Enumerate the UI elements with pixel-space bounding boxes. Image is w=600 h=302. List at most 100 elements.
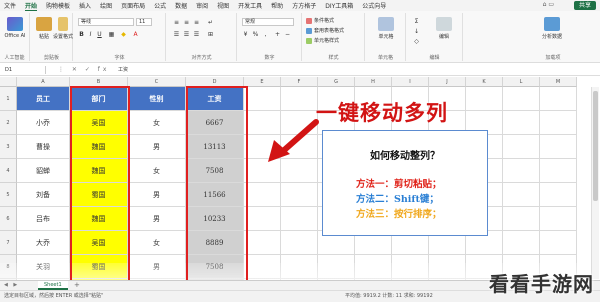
- header-cell[interactable]: [540, 87, 577, 111]
- cells-button[interactable]: 单元格: [375, 17, 397, 40]
- column-header[interactable]: C: [128, 77, 186, 87]
- header-cell[interactable]: [466, 87, 503, 111]
- select-all-corner[interactable]: [0, 77, 17, 87]
- table-cell[interactable]: 7508: [186, 159, 244, 183]
- menu-item[interactable]: 审阅: [196, 1, 208, 10]
- increase-decimal-icon[interactable]: +: [274, 31, 281, 38]
- menu-item[interactable]: 开发工具: [238, 1, 262, 10]
- table-cell[interactable]: 蜀国: [70, 255, 128, 279]
- table-cell[interactable]: 魏国: [70, 159, 128, 183]
- sum-icon[interactable]: Σ: [413, 18, 420, 25]
- column-header[interactable]: E: [244, 77, 281, 87]
- table-cell[interactable]: [281, 255, 318, 279]
- scrollbar-thumb[interactable]: [593, 91, 598, 201]
- menu-item[interactable]: 插入: [79, 1, 91, 10]
- row-header[interactable]: 8: [0, 255, 17, 279]
- table-cell[interactable]: 刘备: [17, 183, 70, 207]
- menu-item[interactable]: 绘图: [100, 1, 112, 10]
- table-cell[interactable]: 貂蝉: [17, 159, 70, 183]
- table-cell[interactable]: 吕布: [17, 207, 70, 231]
- comma-icon[interactable]: ,: [262, 31, 269, 38]
- row-header[interactable]: 1: [0, 87, 17, 111]
- header-cell[interactable]: [503, 87, 540, 111]
- table-cell[interactable]: 小乔: [17, 111, 70, 135]
- column-header[interactable]: H: [355, 77, 392, 87]
- table-cell[interactable]: 13113: [186, 135, 244, 159]
- table-cell[interactable]: 男: [128, 183, 186, 207]
- table-cell[interactable]: [540, 207, 577, 231]
- fill-icon[interactable]: ↓: [413, 28, 420, 35]
- menu-item[interactable]: 页面布局: [121, 1, 145, 10]
- menu-item[interactable]: 视图: [217, 1, 229, 10]
- align-center-icon[interactable]: ☰: [183, 31, 190, 38]
- header-cell[interactable]: 性别: [128, 87, 186, 111]
- table-cell[interactable]: [244, 207, 281, 231]
- table-cell[interactable]: [540, 135, 577, 159]
- table-cell[interactable]: [540, 111, 577, 135]
- menu-item[interactable]: 帮助: [271, 1, 283, 10]
- table-cell[interactable]: 10233: [186, 207, 244, 231]
- menu-item[interactable]: 数据: [175, 1, 187, 10]
- header-cell[interactable]: 部门: [70, 87, 128, 111]
- percent-icon[interactable]: %: [252, 31, 259, 38]
- office-ai-button[interactable]: Office AI: [4, 17, 26, 39]
- table-cell[interactable]: 男: [128, 255, 186, 279]
- align-right-icon[interactable]: ☰: [193, 31, 200, 38]
- align-left-icon[interactable]: ☰: [173, 31, 180, 38]
- header-cell[interactable]: [281, 87, 318, 111]
- row-header[interactable]: 4: [0, 159, 17, 183]
- table-cell[interactable]: 大乔: [17, 231, 70, 255]
- row-header[interactable]: 3: [0, 135, 17, 159]
- table-cell[interactable]: 6667: [186, 111, 244, 135]
- table-cell[interactable]: 男: [128, 207, 186, 231]
- menu-item[interactable]: 公式向导: [362, 1, 386, 10]
- font-name-select[interactable]: 等线: [78, 18, 134, 26]
- table-cell[interactable]: [244, 183, 281, 207]
- menu-item[interactable]: 文件: [4, 1, 16, 10]
- column-header[interactable]: D: [186, 77, 244, 87]
- row-header[interactable]: 5: [0, 183, 17, 207]
- table-cell[interactable]: 蜀国: [70, 183, 128, 207]
- table-cell[interactable]: [540, 159, 577, 183]
- table-cell[interactable]: [503, 159, 540, 183]
- table-cell[interactable]: 魏国: [70, 207, 128, 231]
- column-header[interactable]: A: [17, 77, 70, 87]
- header-cell[interactable]: [244, 87, 281, 111]
- table-cell[interactable]: [392, 255, 429, 279]
- table-cell[interactable]: [244, 255, 281, 279]
- menu-item[interactable]: 方方格子: [292, 1, 316, 10]
- paste-button[interactable]: 粘贴: [33, 17, 55, 40]
- format-painter-button[interactable]: 设置格式: [53, 17, 73, 40]
- table-cell[interactable]: 11566: [186, 183, 244, 207]
- add-sheet-button[interactable]: +: [74, 281, 80, 290]
- row-header[interactable]: 6: [0, 207, 17, 231]
- table-cell[interactable]: 女: [128, 231, 186, 255]
- table-cell[interactable]: [281, 207, 318, 231]
- decrease-decimal-icon[interactable]: −: [284, 31, 291, 38]
- cell-style-button[interactable]: 单元格样式: [306, 37, 339, 44]
- wrap-text-icon[interactable]: ↵: [207, 19, 214, 26]
- column-header[interactable]: B: [70, 77, 128, 87]
- menu-item[interactable]: 开始: [25, 1, 38, 11]
- clear-icon[interactable]: ◇: [413, 38, 420, 45]
- column-header[interactable]: L: [503, 77, 540, 87]
- vertical-scrollbar[interactable]: [591, 87, 599, 279]
- menu-item[interactable]: 购物模板: [46, 1, 70, 10]
- column-header[interactable]: G: [318, 77, 355, 87]
- table-cell[interactable]: [503, 183, 540, 207]
- column-header[interactable]: K: [466, 77, 503, 87]
- underline-icon[interactable]: U: [96, 31, 103, 38]
- bold-icon[interactable]: B: [78, 31, 85, 38]
- table-cell[interactable]: 曹操: [17, 135, 70, 159]
- table-cell[interactable]: [503, 231, 540, 255]
- column-header[interactable]: I: [392, 77, 429, 87]
- table-cell[interactable]: 吴国: [70, 111, 128, 135]
- table-cell[interactable]: 女: [128, 111, 186, 135]
- table-cell[interactable]: 男: [128, 135, 186, 159]
- table-cell[interactable]: 女: [128, 159, 186, 183]
- table-cell[interactable]: 7508: [186, 255, 244, 279]
- table-cell[interactable]: [429, 255, 466, 279]
- table-cell[interactable]: [503, 207, 540, 231]
- header-cell[interactable]: 员工: [17, 87, 70, 111]
- analyze-data-button[interactable]: 分析数据: [541, 17, 563, 40]
